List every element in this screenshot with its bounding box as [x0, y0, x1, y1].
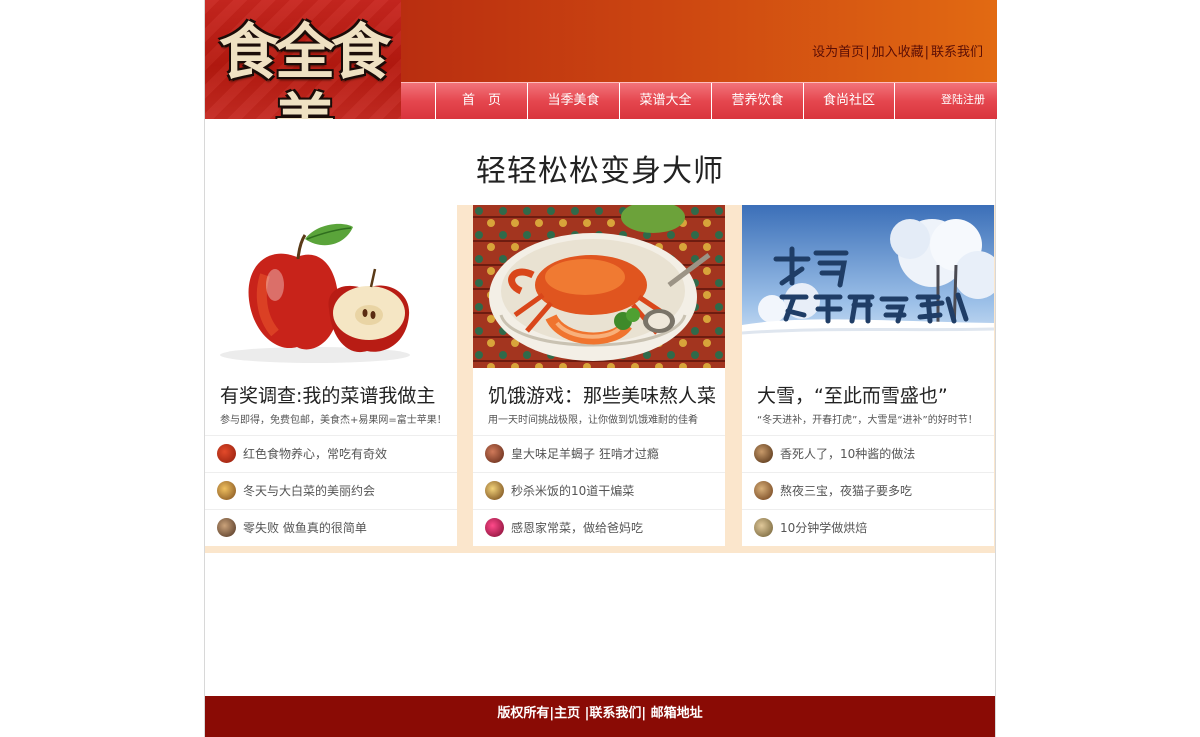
nav-item-seasonal[interactable]: 当季美食 [527, 83, 619, 119]
food-thumb-icon [485, 518, 504, 537]
feature-cards: 有奖调查:我的菜谱我做主 参与即得，免费包邮，美食杰+易果网=富士苹果！ 红色食… [205, 205, 995, 553]
food-thumb-icon [485, 444, 504, 463]
list-item-label[interactable]: 红色食物养心，常吃有奇效 [243, 436, 387, 472]
list-item[interactable]: 皇大味足羊蝎子 狂啃才过瘾 [473, 435, 725, 472]
food-thumb-icon [754, 481, 773, 500]
footer-email-link[interactable]: 邮箱地址 [651, 706, 703, 721]
top-link-separator: | [924, 45, 929, 60]
list-item[interactable]: 感恩家常菜，做给爸妈吃 [473, 509, 725, 546]
nav-item-community[interactable]: 食尚社区 [803, 83, 895, 119]
list-item-label[interactable]: 皇大味足羊蝎子 狂啃才过瘾 [511, 436, 659, 472]
crab-dish-image[interactable] [473, 205, 725, 368]
list-item-label[interactable]: 熬夜三宝，夜猫子要多吃 [780, 473, 912, 509]
list-item[interactable]: 零失败 做鱼真的很简单 [205, 509, 457, 546]
top-banner: 设为首页| 加入收藏| 联系我们 [401, 0, 997, 82]
list-item[interactable]: 10分钟学做烘焙 [742, 509, 994, 546]
nav-item-recipes[interactable]: 菜谱大全 [619, 83, 711, 119]
card-title[interactable]: 大雪，“至此而雪盛也” [757, 381, 948, 408]
contact-us-link[interactable]: 联系我们 [931, 45, 983, 60]
feature-card: 大雪，“至此而雪盛也” “冬天进补，开春打虎”，大雪是“进补”的好时节！ 香死人… [742, 205, 994, 546]
list-item[interactable]: 香死人了，10种酱的做法 [742, 435, 994, 472]
card-subtitle: “冬天进补，开春打虎”，大雪是“进补”的好时节！ [757, 415, 978, 426]
list-item-label[interactable]: 10分钟学做烘焙 [780, 510, 867, 546]
list-item-label[interactable]: 冬天与大白菜的美丽约会 [243, 473, 375, 509]
site-footer: 版权所有|主页 |联系我们| 邮箱地址 [205, 696, 995, 737]
card-title[interactable]: 有奖调查:我的菜谱我做主 [220, 381, 435, 408]
footer-contact-link[interactable]: 联系我们 [589, 706, 641, 721]
food-thumb-icon [217, 481, 236, 500]
top-link-separator: | [865, 45, 870, 60]
food-thumb-icon [754, 518, 773, 537]
card-subtitle: 用一天时间挑战极限，让你做到饥饿难耐的佳肴 [488, 415, 698, 426]
logo-text: 食全食美 [219, 18, 391, 119]
main-nav: 首 页 当季美食 菜谱大全 营养饮食 食尚社区 登陆注册 [401, 82, 997, 119]
list-item-label[interactable]: 零失败 做鱼真的很简单 [243, 510, 367, 546]
feature-card: 饥饿游戏：那些美味熬人菜 用一天时间挑战极限，让你做到饥饿难耐的佳肴 皇大味足羊… [473, 205, 725, 546]
list-item-label[interactable]: 香死人了，10种酱的做法 [780, 436, 915, 472]
list-item[interactable]: 熬夜三宝，夜猫子要多吃 [742, 472, 994, 509]
feature-card: 有奖调查:我的菜谱我做主 参与即得，免费包邮，美食杰+易果网=富士苹果！ 红色食… [205, 205, 457, 546]
footer-separator: | [641, 706, 647, 721]
food-thumb-icon [485, 481, 504, 500]
nav-item-home[interactable]: 首 页 [435, 83, 527, 119]
food-thumb-icon [217, 518, 236, 537]
list-item[interactable]: 红色食物养心，常吃有奇效 [205, 435, 457, 472]
food-thumb-icon [217, 444, 236, 463]
list-item[interactable]: 冬天与大白菜的美丽约会 [205, 472, 457, 509]
card-subtitle: 参与即得，免费包邮，美食杰+易果网=富士苹果！ [220, 415, 447, 426]
login-register-link[interactable]: 登陆注册 [941, 83, 985, 119]
food-thumb-icon [754, 444, 773, 463]
list-item-label[interactable]: 感恩家常菜，做给爸妈吃 [511, 510, 643, 546]
footer-copyright-link[interactable]: 版权所有 [497, 706, 549, 721]
list-item[interactable]: 秒杀米饭的10道干煸菜 [473, 472, 725, 509]
set-homepage-link[interactable]: 设为首页 [812, 45, 864, 60]
top-links: 设为首页| 加入收藏| 联系我们 [812, 41, 983, 60]
footer-home-link[interactable]: 主页 [554, 706, 580, 721]
add-favorite-link[interactable]: 加入收藏 [872, 45, 924, 60]
snow-scene-image[interactable] [742, 205, 994, 368]
apple-image[interactable] [205, 205, 457, 368]
nav-item-nutrition[interactable]: 营养饮食 [711, 83, 803, 119]
site-logo[interactable]: 食全食美 [205, 0, 401, 119]
list-item-label[interactable]: 秒杀米饭的10道干煸菜 [511, 473, 634, 509]
card-title[interactable]: 饥饿游戏：那些美味熬人菜 [488, 381, 716, 408]
page-headline: 轻轻松松变身大师 [476, 154, 724, 189]
page-container: 食全食美 设为首页|加入收藏|联系我们 首 页 当季美食 菜谱大全 营养饮食 食… [204, 0, 997, 737]
